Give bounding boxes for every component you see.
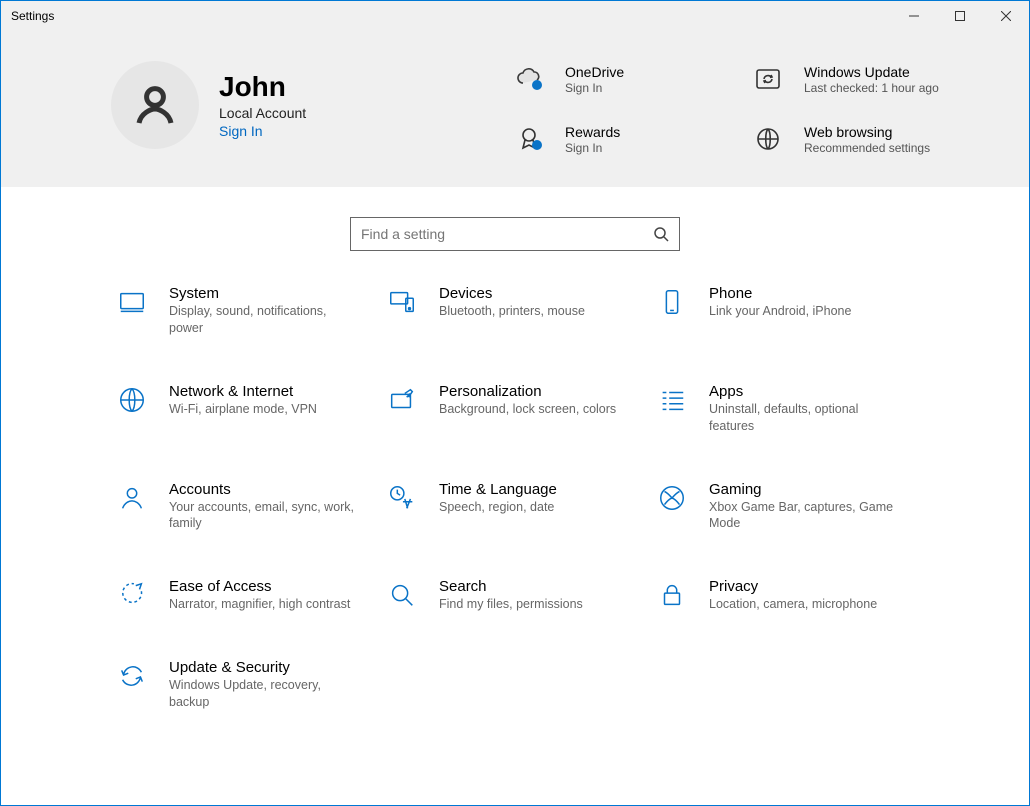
category-desc: Your accounts, email, sync, work, family [169, 499, 359, 533]
category-apps[interactable]: Apps Uninstall, defaults, optional featu… [655, 383, 915, 435]
category-personalization[interactable]: Personalization Background, lock screen,… [385, 383, 645, 435]
category-title: Privacy [709, 578, 877, 595]
category-title: Time & Language [439, 481, 557, 498]
ease-of-access-icon [115, 578, 149, 612]
rewards-icon [511, 121, 547, 157]
category-title: Ease of Access [169, 578, 350, 595]
hero-tiles: OneDrive Sign In Windows Update Last che… [511, 61, 959, 157]
hero-tile-web-browsing[interactable]: Web browsing Recommended settings [750, 121, 959, 157]
category-title: Phone [709, 285, 851, 302]
category-devices[interactable]: Devices Bluetooth, printers, mouse [385, 285, 645, 337]
close-button[interactable] [983, 1, 1029, 31]
search-category-icon [385, 578, 419, 612]
account-name: John [219, 71, 306, 103]
hero-tile-subtitle: Sign In [565, 141, 620, 155]
category-desc: Bluetooth, printers, mouse [439, 303, 585, 320]
search-box[interactable] [350, 217, 680, 251]
hero-tile-onedrive[interactable]: OneDrive Sign In [511, 61, 720, 97]
accounts-icon [115, 481, 149, 515]
category-desc: Link your Android, iPhone [709, 303, 851, 320]
category-desc: Display, sound, notifications, power [169, 303, 359, 337]
category-title: Gaming [709, 481, 899, 498]
category-title: Personalization [439, 383, 616, 400]
apps-icon [655, 383, 689, 417]
category-title: System [169, 285, 359, 302]
account-signin-link[interactable]: Sign In [219, 123, 306, 139]
category-desc: Location, camera, microphone [709, 596, 877, 613]
search-input[interactable] [361, 226, 653, 242]
category-title: Search [439, 578, 583, 595]
hero-tile-title: Rewards [565, 124, 620, 140]
category-desc: Background, lock screen, colors [439, 401, 616, 418]
hero-tile-subtitle: Recommended settings [804, 141, 930, 155]
category-title: Apps [709, 383, 899, 400]
system-icon [115, 285, 149, 319]
devices-icon [385, 285, 419, 319]
category-desc: Uninstall, defaults, optional features [709, 401, 899, 435]
personalization-icon [385, 383, 419, 417]
window-controls [891, 1, 1029, 31]
category-ease-of-access[interactable]: Ease of Access Narrator, magnifier, high… [115, 578, 375, 613]
account-type: Local Account [219, 105, 306, 121]
phone-icon [655, 285, 689, 319]
category-privacy[interactable]: Privacy Location, camera, microphone [655, 578, 915, 613]
search-icon [653, 226, 669, 242]
account-block[interactable]: John Local Account Sign In [111, 61, 471, 149]
category-title: Accounts [169, 481, 359, 498]
gaming-icon [655, 481, 689, 515]
maximize-button[interactable] [937, 1, 983, 31]
globe-icon [750, 121, 786, 157]
user-icon [131, 81, 179, 129]
category-update-security[interactable]: Update & Security Windows Update, recove… [115, 659, 375, 711]
hero-tile-subtitle: Last checked: 1 hour ago [804, 81, 939, 95]
category-phone[interactable]: Phone Link your Android, iPhone [655, 285, 915, 337]
hero-tile-title: Windows Update [804, 64, 939, 80]
titlebar: Settings [1, 1, 1029, 31]
category-desc: Find my files, permissions [439, 596, 583, 613]
category-accounts[interactable]: Accounts Your accounts, email, sync, wor… [115, 481, 375, 533]
category-system[interactable]: System Display, sound, notifications, po… [115, 285, 375, 337]
time-language-icon [385, 481, 419, 515]
hero-tile-subtitle: Sign In [565, 81, 624, 95]
category-title: Update & Security [169, 659, 359, 676]
hero-tile-rewards[interactable]: Rewards Sign In [511, 121, 720, 157]
minimize-button[interactable] [891, 1, 937, 31]
account-text: John Local Account Sign In [219, 71, 306, 139]
update-icon [750, 61, 786, 97]
hero-tile-windows-update[interactable]: Windows Update Last checked: 1 hour ago [750, 61, 959, 97]
privacy-icon [655, 578, 689, 612]
category-time-language[interactable]: Time & Language Speech, region, date [385, 481, 645, 533]
update-security-icon [115, 659, 149, 693]
category-desc: Speech, region, date [439, 499, 557, 516]
category-desc: Wi-Fi, airplane mode, VPN [169, 401, 317, 418]
network-icon [115, 383, 149, 417]
category-title: Network & Internet [169, 383, 317, 400]
category-desc: Windows Update, recovery, backup [169, 677, 359, 711]
category-network[interactable]: Network & Internet Wi-Fi, airplane mode,… [115, 383, 375, 435]
cloud-icon [511, 61, 547, 97]
hero-tile-title: Web browsing [804, 124, 930, 140]
avatar [111, 61, 199, 149]
category-title: Devices [439, 285, 585, 302]
category-desc: Xbox Game Bar, captures, Game Mode [709, 499, 899, 533]
window-title: Settings [11, 9, 54, 23]
search-row [1, 217, 1029, 251]
category-desc: Narrator, magnifier, high contrast [169, 596, 350, 613]
category-gaming[interactable]: Gaming Xbox Game Bar, captures, Game Mod… [655, 481, 915, 533]
main-scroll[interactable]: John Local Account Sign In OneDrive Sign… [1, 31, 1029, 805]
categories-grid: System Display, sound, notifications, po… [1, 285, 1029, 771]
category-search[interactable]: Search Find my files, permissions [385, 578, 645, 613]
hero-section: John Local Account Sign In OneDrive Sign… [1, 31, 1029, 187]
hero-tile-title: OneDrive [565, 64, 624, 80]
